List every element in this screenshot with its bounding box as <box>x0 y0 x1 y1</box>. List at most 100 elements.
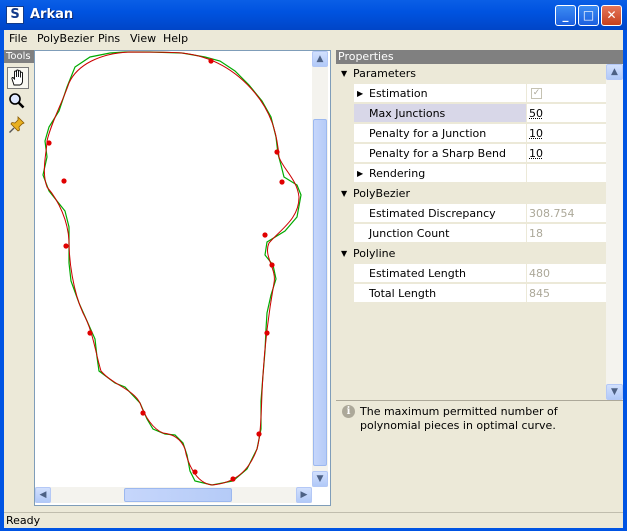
down-arrow-icon: ▼ <box>611 387 618 397</box>
hand-tool-button[interactable] <box>7 67 29 89</box>
vertical-scroll-thumb[interactable] <box>313 119 327 466</box>
description-pane: i The maximum permitted number of polyno… <box>336 400 623 513</box>
maximize-icon: □ <box>582 8 595 22</box>
junction-point[interactable] <box>274 149 280 155</box>
up-arrow-icon: ▲ <box>611 67 618 77</box>
collapse-triangle-icon[interactable]: ▼ <box>341 69 347 78</box>
menu-help[interactable]: Help <box>163 32 188 45</box>
property-penalty-sharp-bend[interactable]: Penalty for a Sharp Bend 10 <box>336 144 606 164</box>
info-icon: i <box>342 405 355 418</box>
property-label: Estimated Discrepancy <box>369 207 496 220</box>
canvas-vertical-scrollbar[interactable]: ▲ ▼ <box>312 51 328 487</box>
junction-point[interactable] <box>279 179 285 185</box>
right-arrow-icon: ▶ <box>300 490 308 500</box>
junction-point[interactable] <box>230 476 236 482</box>
property-grid-scrollbar[interactable]: ▲ ▼ <box>606 64 623 400</box>
pin-tool-button[interactable] <box>7 115 29 137</box>
down-arrow-icon: ▼ <box>316 474 324 484</box>
up-arrow-icon: ▲ <box>316 54 324 64</box>
penalty-junction-value[interactable]: 10 <box>527 124 606 143</box>
property-max-junctions[interactable]: Max Junctions 50 <box>336 104 606 124</box>
menu-polybezier[interactable]: PolyBezier <box>37 32 94 45</box>
junction-point[interactable] <box>61 178 67 184</box>
hand-icon <box>11 69 23 86</box>
junction-point[interactable] <box>63 243 69 249</box>
junction-point[interactable] <box>208 58 214 64</box>
status-bar: Ready <box>4 512 623 528</box>
menu-pins[interactable]: Pins <box>98 32 120 45</box>
properties-panel-title: Properties <box>336 50 623 64</box>
menu-file[interactable]: File <box>9 32 27 45</box>
property-label: Penalty for a Sharp Bend <box>369 147 506 160</box>
property-junction-count[interactable]: Junction Count 18 <box>336 224 606 244</box>
category-polybezier[interactable]: ▼ PolyBezier <box>336 184 606 204</box>
property-label: Rendering <box>369 167 426 180</box>
junction-point[interactable] <box>87 330 93 336</box>
estimated-length-value: 480 <box>527 264 606 283</box>
category-label: Parameters <box>353 67 416 80</box>
category-polyline[interactable]: ▼ Polyline <box>336 244 606 264</box>
grid-scroll-up-button[interactable]: ▲ <box>606 64 623 80</box>
collapse-triangle-icon[interactable]: ▼ <box>341 249 347 258</box>
close-icon: ✕ <box>606 8 617 22</box>
canvas-horizontal-scrollbar[interactable]: ◀ ▶ <box>35 487 312 503</box>
tools-panel-title: Tools <box>4 50 34 63</box>
status-text: Ready <box>6 514 41 527</box>
scroll-up-button[interactable]: ▲ <box>312 51 328 67</box>
junction-point[interactable] <box>269 262 275 268</box>
junction-points <box>46 58 285 482</box>
property-estimation[interactable]: ▶ Estimation ✓ <box>336 84 606 104</box>
junction-point[interactable] <box>262 232 268 238</box>
property-estimated-length[interactable]: Estimated Length 480 <box>336 264 606 284</box>
junction-point[interactable] <box>46 140 52 146</box>
property-penalty-junction[interactable]: Penalty for a Junction 10 <box>336 124 606 144</box>
property-grid: ▼ Parameters ▶ Estimation ✓ Max Junctions … <box>336 64 606 400</box>
property-label: Penalty for a Junction <box>369 127 487 140</box>
description-text: The maximum permitted number of polynomi… <box>360 405 558 432</box>
menu-view[interactable]: View <box>130 32 156 45</box>
junction-point[interactable] <box>264 330 270 336</box>
property-label: Max Junctions <box>369 107 446 120</box>
penalty-sharp-bend-value[interactable]: 10 <box>527 144 606 163</box>
property-label: Junction Count <box>369 227 450 240</box>
estimation-checkbox[interactable]: ✓ <box>531 88 542 99</box>
minimize-icon: _ <box>562 8 569 22</box>
junction-point[interactable] <box>140 410 146 416</box>
client-area: File PolyBezier Pins View Help Tools ▲ ▼… <box>4 30 623 528</box>
arkan-logo-icon[interactable]: S <box>6 6 24 24</box>
tools-panel: Tools <box>4 50 34 512</box>
property-label: Estimated Length <box>369 267 467 280</box>
category-parameters[interactable]: ▼ Parameters <box>336 64 606 84</box>
pushpin-icon <box>9 116 25 133</box>
minimize-button[interactable]: _ <box>555 5 576 26</box>
property-estimated-discrepancy[interactable]: Estimated Discrepancy 308.754 <box>336 204 606 224</box>
curve-drawing[interactable] <box>35 51 312 487</box>
menu-bar: File PolyBezier Pins View Help <box>4 30 623 48</box>
left-arrow-icon: ◀ <box>39 490 47 500</box>
junction-count-value: 18 <box>527 224 606 243</box>
max-junctions-value[interactable]: 50 <box>527 104 606 123</box>
grid-scroll-down-button[interactable]: ▼ <box>606 384 623 400</box>
title-bar[interactable]: S Arkan _ □ ✕ <box>0 0 627 30</box>
property-rendering[interactable]: ▶ Rendering <box>336 164 606 184</box>
curve-canvas[interactable] <box>34 50 331 506</box>
category-label: Polyline <box>353 247 396 260</box>
property-label: Total Length <box>369 287 437 300</box>
collapse-triangle-icon[interactable]: ▼ <box>341 189 347 198</box>
input-polyline <box>42 51 302 486</box>
horizontal-scroll-thumb[interactable] <box>124 488 232 502</box>
expand-triangle-icon[interactable]: ▶ <box>357 89 363 98</box>
scroll-left-button[interactable]: ◀ <box>35 487 51 503</box>
scroll-right-button[interactable]: ▶ <box>296 487 312 503</box>
junction-point[interactable] <box>192 469 198 475</box>
total-length-value: 845 <box>527 284 606 303</box>
junction-point[interactable] <box>256 431 262 437</box>
close-button[interactable]: ✕ <box>601 5 622 26</box>
scroll-down-button[interactable]: ▼ <box>312 471 328 487</box>
zoom-tool-button[interactable] <box>7 91 29 113</box>
properties-panel: Properties ▼ Parameters ▶ Estimation ✓ Max… <box>336 50 623 513</box>
property-label: Estimation <box>369 87 428 100</box>
property-total-length[interactable]: Total Length 845 <box>336 284 606 304</box>
maximize-button[interactable]: □ <box>578 5 599 26</box>
expand-triangle-icon[interactable]: ▶ <box>357 169 363 178</box>
